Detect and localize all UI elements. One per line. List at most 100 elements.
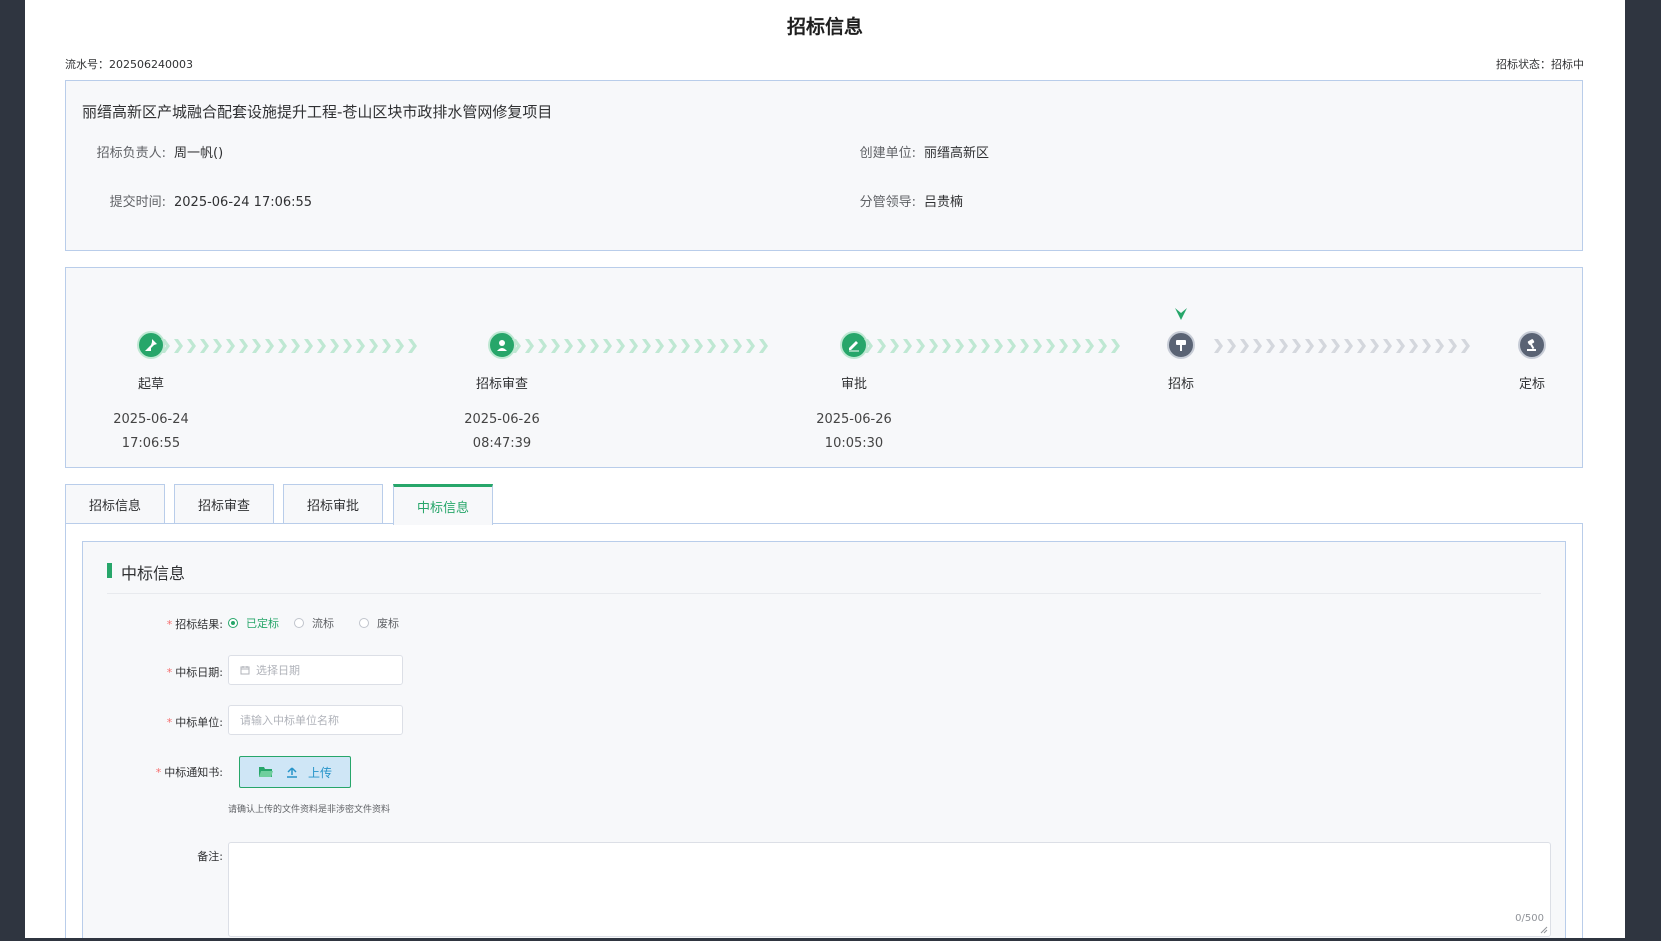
radio-void[interactable]: 废标	[359, 615, 399, 631]
radio-checked-icon	[228, 618, 238, 628]
calendar-icon	[240, 666, 250, 675]
chevron-arrow-icon	[512, 339, 521, 353]
org-value: 丽缙高新区	[924, 146, 990, 161]
chevron-arrow-icon	[1370, 339, 1379, 353]
chevron-arrow-icon	[252, 339, 261, 353]
chevron-arrow-icon	[1318, 339, 1327, 353]
chevron-arrow-icon	[278, 339, 287, 353]
chevron-arrow-icon	[356, 339, 365, 353]
chevron-arrow-icon	[1357, 339, 1366, 353]
chevron-arrow-icon	[161, 339, 170, 353]
upload-icon	[287, 767, 297, 778]
org-field: 创建单位: 丽缙高新区	[816, 142, 989, 161]
chevron-arrow-icon	[616, 339, 625, 353]
chevron-arrow-icon	[681, 339, 690, 353]
chevron-arrow-icon	[577, 339, 586, 353]
chevron-arrow-icon	[395, 339, 404, 353]
chevron-arrow-icon	[903, 339, 912, 353]
result-label: * 招标结果:	[166, 618, 223, 631]
tab-winning-info[interactable]: 中标信息	[393, 484, 493, 525]
page: 招标信息 流水号：202506240003 招标状态：招标中 丽缙高新区产城融合…	[25, 0, 1625, 938]
radio-failed[interactable]: 流标	[294, 615, 334, 631]
chevron-arrow-icon	[239, 339, 248, 353]
chevron-arrow-icon	[525, 339, 534, 353]
chevron-arrow-icon	[1409, 339, 1418, 353]
current-step-marker-icon	[1175, 308, 1187, 320]
chevron-arrow-icon	[1214, 339, 1223, 353]
workflow-progress: 起草 2025-06-24 17:06:55 招标审查 2025-06-26 08:…	[65, 267, 1583, 468]
chevron-arrow-icon	[642, 339, 651, 353]
chevron-arrow-icon	[629, 339, 638, 353]
chevron-arrow-icon	[1344, 339, 1353, 353]
bid-status: 招标状态：招标中	[1496, 58, 1584, 71]
chevron-arrow-icon	[1448, 339, 1457, 353]
serial-number: 流水号：202506240003	[65, 58, 193, 71]
chevron-arrow-icon	[1033, 339, 1042, 353]
upload-button[interactable]: 上传	[239, 756, 351, 788]
chevron-arrow-icon	[720, 339, 729, 353]
gavel-icon	[1518, 331, 1546, 359]
date-label: * 中标日期:	[166, 666, 223, 679]
chevron-arrow-icon	[408, 339, 417, 353]
chevron-arrow-icon	[174, 339, 183, 353]
date-placeholder: 选择日期	[256, 664, 300, 677]
chevron-arrow-icon	[226, 339, 235, 353]
resize-handle-icon[interactable]	[1540, 926, 1548, 934]
chevron-arrow-icon	[382, 339, 391, 353]
tab-bid-review[interactable]: 招标审查	[174, 484, 274, 523]
step-date: 2025-06-26	[816, 412, 892, 427]
chevron-arrow-icon	[1331, 339, 1340, 353]
radio-unchecked-icon	[294, 618, 304, 628]
submit-time-label: 提交时间:	[109, 195, 166, 210]
chevron-arrow-icon	[668, 339, 677, 353]
chevron-arrow-icon	[200, 339, 209, 353]
chevron-arrow-icon	[955, 339, 964, 353]
owner-field: 招标负责人: 周一帆()	[66, 142, 224, 161]
submit-time-value: 2025-06-24 17:06:55	[174, 195, 313, 210]
project-name: 丽缙高新区产城融合配套设施提升工程-苍山区块市政排水管网修复项目	[82, 103, 553, 121]
leader-value: 吕贵楠	[924, 195, 964, 210]
progress-arrows-done	[161, 335, 421, 357]
chevron-arrow-icon	[1292, 339, 1301, 353]
leader-field: 分管领导: 吕贵楠	[816, 191, 963, 210]
winning-unit-input[interactable]: 请输入中标单位名称	[228, 705, 403, 735]
unit-placeholder: 请输入中标单位名称	[240, 714, 339, 727]
tab-content: 中标信息 * 招标结果: 已定标 流标 废标 * 中标日期: 选择日期 * 中标单位:…	[65, 523, 1583, 938]
chevron-arrow-icon	[968, 339, 977, 353]
chevron-arrow-icon	[317, 339, 326, 353]
step-label: 招标	[1167, 377, 1194, 392]
owner-label: 招标负责人:	[96, 146, 166, 161]
remark-textarea[interactable]: 0/500	[228, 842, 1551, 937]
radio-awarded[interactable]: 已定标	[228, 615, 279, 631]
chevron-arrow-icon	[994, 339, 1003, 353]
step-time: 10:05:30	[824, 436, 884, 451]
step-award: 定标	[1462, 331, 1602, 392]
step-time: 08:47:39	[472, 436, 532, 451]
chevron-arrow-icon	[981, 339, 990, 353]
tab-bid-info[interactable]: 招标信息	[65, 484, 165, 523]
chevron-arrow-icon	[877, 339, 886, 353]
chevron-arrow-icon	[733, 339, 742, 353]
hammer-icon	[1167, 331, 1195, 359]
org-label: 创建单位:	[859, 146, 916, 161]
chevron-arrow-icon	[1305, 339, 1314, 353]
chevron-arrow-icon	[890, 339, 899, 353]
step-date: 2025-06-26	[464, 412, 540, 427]
submit-time-field: 提交时间: 2025-06-24 17:06:55	[66, 191, 312, 210]
chevron-arrow-icon	[265, 339, 274, 353]
step-date: 2025-06-24	[113, 412, 189, 427]
winning-info-form: 中标信息 * 招标结果: 已定标 流标 废标 * 中标日期: 选择日期 * 中标单位:…	[82, 541, 1566, 938]
chevron-arrow-icon	[551, 339, 560, 353]
remark-char-count: 0/500	[1515, 913, 1544, 924]
progress-arrows-done	[512, 335, 772, 357]
chevron-arrow-icon	[213, 339, 222, 353]
chevron-arrow-icon	[369, 339, 378, 353]
date-picker-input[interactable]: 选择日期	[228, 655, 403, 685]
remark-label: 备注:	[197, 850, 223, 863]
chevron-arrow-icon	[1072, 339, 1081, 353]
progress-arrows-done	[864, 335, 1124, 357]
tab-bid-approval[interactable]: 招标审批	[283, 484, 383, 523]
chevron-arrow-icon	[187, 339, 196, 353]
upload-label: 上传	[308, 765, 333, 780]
chevron-arrow-icon	[929, 339, 938, 353]
